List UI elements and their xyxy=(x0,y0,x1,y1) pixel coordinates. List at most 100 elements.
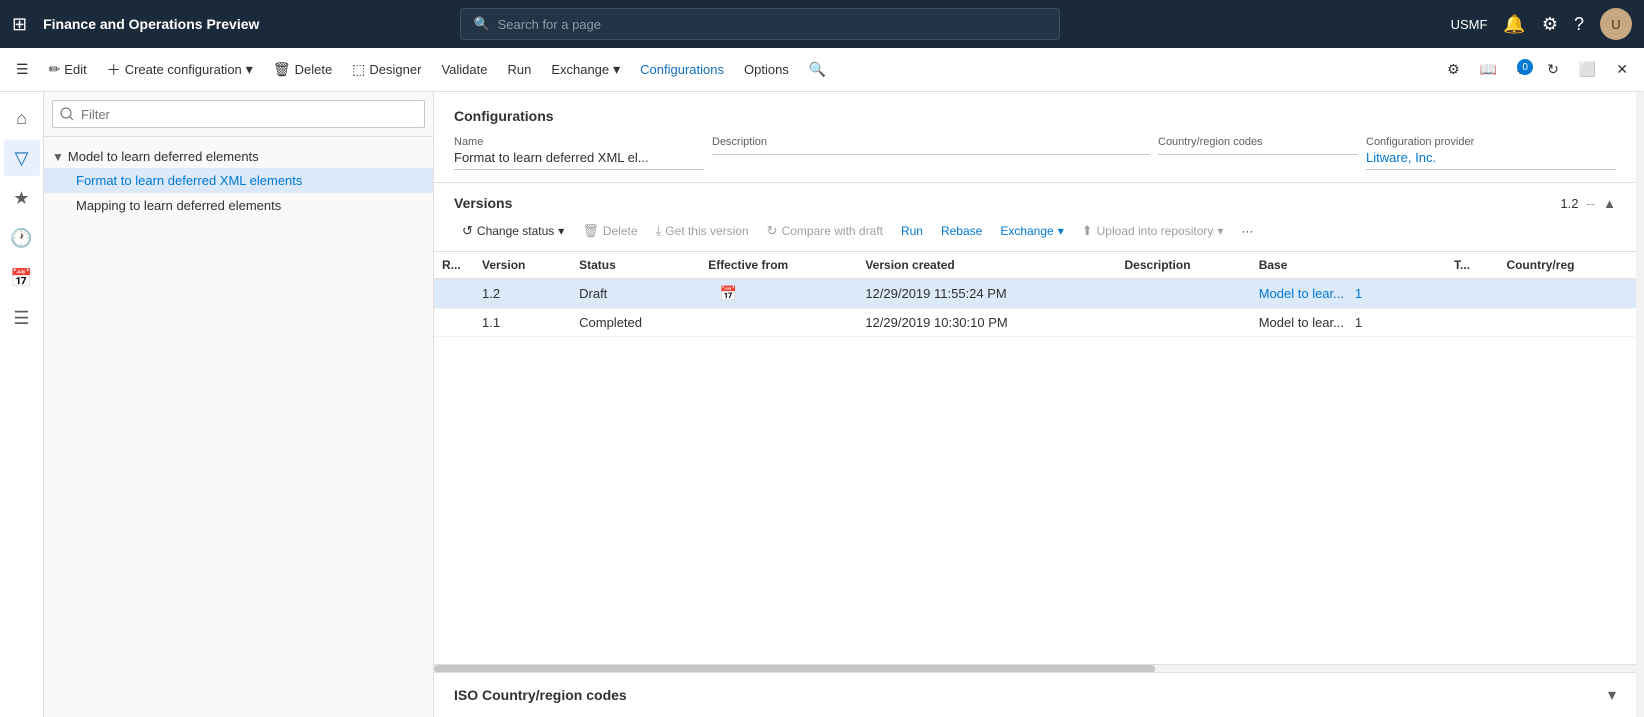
close-button[interactable]: ✕ xyxy=(1608,57,1636,82)
cell-desc-2 xyxy=(1117,309,1251,337)
user-label: USMF xyxy=(1451,17,1488,32)
tree-area: ▼ Model to learn deferred elements Forma… xyxy=(44,137,433,717)
tree-item-mapping[interactable]: Mapping to learn deferred elements xyxy=(44,193,433,218)
search-icon: 🔍 xyxy=(473,16,489,32)
config-fields: Name Format to learn deferred XML el... … xyxy=(454,136,1616,170)
edit-icon: ✏ xyxy=(49,61,61,78)
filter-icon-btn[interactable]: ▽ xyxy=(4,140,40,176)
notification-icon[interactable]: 🔔 xyxy=(1503,14,1525,35)
calendar-cell-icon[interactable]: 📅 xyxy=(719,285,736,301)
global-search[interactable]: 🔍 Search for a page xyxy=(460,8,1060,40)
designer-icon: ⬚ xyxy=(352,61,365,78)
base-link-1[interactable]: Model to lear... xyxy=(1259,286,1344,301)
provider-value[interactable]: Litware, Inc. xyxy=(1366,150,1616,170)
get-version-icon: ⤓ xyxy=(656,223,662,239)
config-section-title: Configurations xyxy=(454,108,1616,124)
exchange-button[interactable]: Exchange ▾ xyxy=(543,57,628,82)
cell-status-2: Completed xyxy=(571,309,700,337)
table-row[interactable]: 1.2 Draft 📅 12/29/2019 11:55:24 PM Model… xyxy=(434,279,1636,309)
book-button[interactable]: 📖 xyxy=(1472,57,1505,82)
configurations-button[interactable]: Configurations xyxy=(632,58,732,81)
version-number: 1.2 xyxy=(1560,196,1578,211)
book-icon: 📖 xyxy=(1480,61,1497,78)
left-panel: ▼ Model to learn deferred elements Forma… xyxy=(44,92,434,717)
recent-icon-btn[interactable]: 🕐 xyxy=(4,220,40,256)
horizontal-scrollbar[interactable] xyxy=(434,664,1636,672)
change-status-icon: ↺ xyxy=(462,223,473,239)
options-button[interactable]: Options xyxy=(736,58,797,81)
run-button[interactable]: Run xyxy=(499,58,539,81)
settings-cmd-button[interactable]: ⚙ xyxy=(1439,57,1468,82)
cell-country-1 xyxy=(1498,279,1636,309)
col-version: Version xyxy=(474,252,571,279)
versions-exchange-button[interactable]: Exchange ▾ xyxy=(992,220,1071,242)
favorite-icon-btn[interactable]: ★ xyxy=(4,180,40,216)
cell-base-2: Model to lear... 1 xyxy=(1251,309,1446,337)
cell-effective-2 xyxy=(700,309,857,337)
filter-input[interactable] xyxy=(52,100,425,128)
description-value xyxy=(712,150,1150,155)
app-title: Finance and Operations Preview xyxy=(43,16,259,32)
refresh-button[interactable]: ↻ xyxy=(1539,57,1567,82)
tree-root: ▼ Model to learn deferred elements xyxy=(44,145,433,168)
col-status: Status xyxy=(571,252,700,279)
versions-data-table: R... Version Status Effective from Versi… xyxy=(434,252,1636,337)
table-row[interactable]: 1.1 Completed 12/29/2019 10:30:10 PM Mod… xyxy=(434,309,1636,337)
iso-section: ISO Country/region codes ▾ xyxy=(434,672,1636,717)
designer-button[interactable]: ⬚ Designer xyxy=(344,57,429,82)
compare-draft-button[interactable]: ↻ Compare with draft xyxy=(759,219,891,243)
versions-run-button[interactable]: Run xyxy=(893,220,931,242)
edit-button[interactable]: ✏ Edit xyxy=(41,57,95,82)
chevron-down-icon: ▾ xyxy=(246,61,253,78)
settings-icon[interactable]: ⚙ xyxy=(1542,14,1558,35)
delete-button[interactable]: 🗑 Delete xyxy=(265,57,340,82)
window-button[interactable]: ⬜ xyxy=(1571,57,1604,82)
help-icon[interactable]: ? xyxy=(1574,14,1584,35)
iso-collapse-icon[interactable]: ▾ xyxy=(1608,685,1616,705)
right-panel: Configurations Name Format to learn defe… xyxy=(434,92,1636,717)
scrollbar-thumb[interactable] xyxy=(434,665,1155,672)
tree-root-label: Model to learn deferred elements xyxy=(68,149,259,164)
col-description: Description xyxy=(1117,252,1251,279)
tree-item-format[interactable]: Format to learn deferred XML elements xyxy=(44,168,433,193)
change-status-button[interactable]: ↺ Change status ▾ xyxy=(454,219,572,243)
filter-bar xyxy=(44,92,433,137)
avatar[interactable]: U xyxy=(1600,8,1632,40)
col-t: T... xyxy=(1446,252,1498,279)
cell-version-2: 1.1 xyxy=(474,309,571,337)
versions-controls: 1.2 -- ▲ xyxy=(1560,196,1616,211)
search-cmd-icon: 🔍 xyxy=(809,61,826,78)
cell-r-1 xyxy=(434,279,474,309)
country-label: Country/region codes xyxy=(1158,136,1358,148)
expand-icon[interactable]: ▼ xyxy=(52,150,64,164)
versions-delete-button[interactable]: 🗑 Delete xyxy=(574,219,645,243)
main-layout: ⌂ ▽ ★ 🕐 📅 ☰ ▼ Model to learn deferred el… xyxy=(0,92,1644,717)
create-configuration-button[interactable]: ＋ Create configuration ▾ xyxy=(99,56,261,84)
cell-created-2: 12/29/2019 10:30:10 PM xyxy=(857,309,1116,337)
search-button[interactable]: 🔍 xyxy=(801,57,834,82)
cell-base-1: Model to lear... 1 xyxy=(1251,279,1446,309)
get-version-button[interactable]: ⤓ Get this version xyxy=(648,219,757,243)
more-button[interactable]: ··· xyxy=(1233,220,1261,242)
rebase-button[interactable]: Rebase xyxy=(933,220,990,242)
top-bar: ⊞ Finance and Operations Preview 🔍 Searc… xyxy=(0,0,1644,48)
cell-country-2 xyxy=(1498,309,1636,337)
col-effective: Effective from xyxy=(700,252,857,279)
versions-delete-icon: 🗑 xyxy=(582,223,599,239)
home-icon-btn[interactable]: ⌂ xyxy=(4,100,40,136)
badge-button[interactable]: ⧉ 0 xyxy=(1509,57,1535,82)
vertical-scrollbar[interactable] xyxy=(1636,92,1644,717)
col-country: Country/reg xyxy=(1498,252,1636,279)
cmd-right: ⚙ 📖 ⧉ 0 ↻ ⬜ ✕ xyxy=(1439,57,1636,82)
base-num-link-1[interactable]: 1 xyxy=(1355,286,1362,301)
collapse-nav-button[interactable]: ☰ xyxy=(8,57,37,82)
exchange-chevron-icon: ▾ xyxy=(613,61,620,78)
versions-collapse-icon[interactable]: ▲ xyxy=(1603,196,1616,211)
validate-button[interactable]: Validate xyxy=(433,58,495,81)
calendar-icon-btn[interactable]: 📅 xyxy=(4,260,40,296)
list-icon-btn[interactable]: ☰ xyxy=(4,300,40,336)
grid-icon[interactable]: ⊞ xyxy=(12,14,27,35)
compare-icon: ↻ xyxy=(767,223,778,239)
cell-created-1: 12/29/2019 11:55:24 PM xyxy=(857,279,1116,309)
upload-repository-button[interactable]: ⬆ Upload into repository ▾ xyxy=(1074,219,1232,243)
